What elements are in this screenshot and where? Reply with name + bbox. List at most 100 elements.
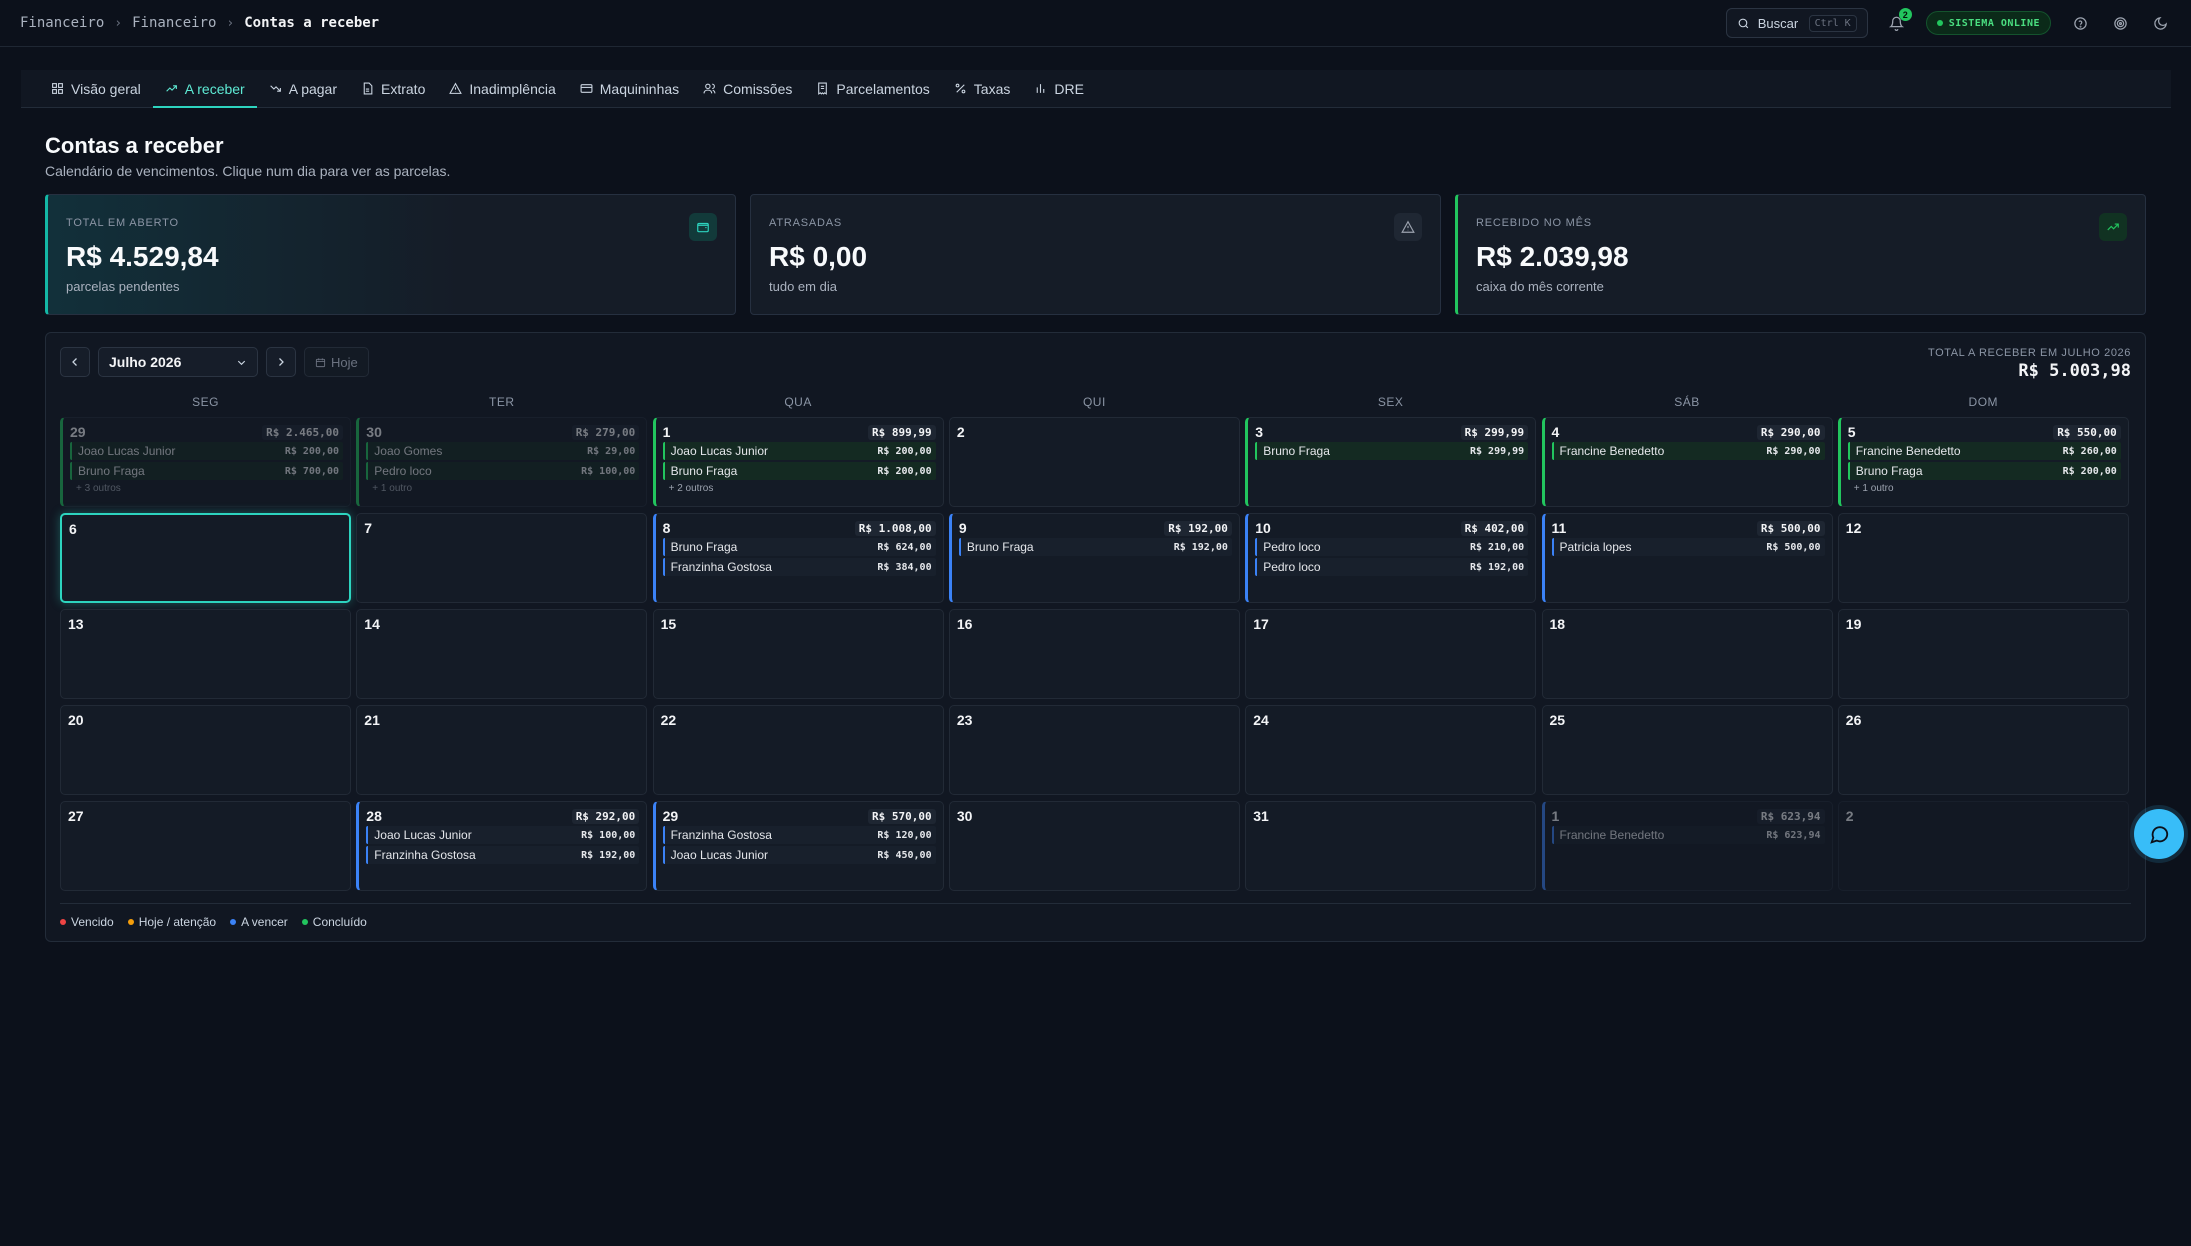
breadcrumb: Financeiro › Financeiro › Contas a receb… [20,15,379,31]
calendar-day[interactable]: 30 [948,801,1240,891]
calendar-day[interactable]: 6 [60,513,351,603]
installment-entry[interactable]: Francine Benedetto R$ 623,94 [1551,826,1825,844]
installment-entry[interactable]: Pedro loco R$ 192,00 [1255,558,1529,576]
tab-parcelamentos[interactable]: Parcelamentos [804,70,941,107]
divider [60,903,2131,904]
tab-a-pagar[interactable]: A pagar [257,70,349,107]
tab-comissoes[interactable]: Comissões [691,70,804,107]
installment-entry[interactable]: Joao Lucas Junior R$ 200,00 [662,442,936,460]
installment-entry[interactable]: Pedro loco R$ 100,00 [366,462,640,480]
more-entries-link[interactable]: + 1 outro [1848,483,2121,494]
calendar-day[interactable]: 28 R$ 292,00 Joao Lucas Junior R$ 100,00 Fra… [356,801,648,891]
next-month-button[interactable] [266,347,296,377]
installment-entry[interactable]: Bruno Fraga R$ 200,00 [1847,462,2121,480]
calendar-day[interactable]: 23 [948,705,1240,795]
calendar-day[interactable]: 5 R$ 550,00 Francine Benedetto R$ 260,00 Bru… [1837,417,2129,507]
installment-entry[interactable]: Joao Lucas Junior R$ 100,00 [366,826,640,844]
search-button[interactable]: Buscar Ctrl K [1725,8,1868,38]
installment-entry[interactable]: Bruno Fraga R$ 624,00 [662,538,936,556]
calendar-day[interactable]: 24 [1245,705,1537,795]
calendar-day[interactable]: 21 [356,705,648,795]
help-button[interactable] [2069,12,2091,34]
tab-visao-geral[interactable]: Visão geral [39,70,153,107]
page-subtitle: Calendário de vencimentos. Clique num di… [45,163,451,179]
status-dot [1936,20,1943,26]
installment-entry[interactable]: Joao Lucas Junior R$ 200,00 [70,442,343,460]
installment-entry[interactable]: Francine Benedetto R$ 260,00 [1847,442,2121,460]
month-select[interactable]: Julho 2026 [98,347,258,377]
tab-inadimplencia[interactable]: Inadimplência [437,70,567,107]
calendar-day[interactable]: 10 R$ 402,00 Pedro loco R$ 210,00 Pedro loco… [1245,513,1537,603]
calendar-day[interactable]: 27 [60,801,351,891]
day-number: 28 [366,808,382,824]
breadcrumb-item[interactable]: Financeiro [132,15,216,31]
calendar-day[interactable]: 3 R$ 299,99 Bruno Fraga R$ 299,99 [1245,417,1537,507]
calendar-day[interactable]: 7 [356,513,648,603]
tab-maquininhas[interactable]: Maquininhas [568,70,691,107]
day-header: 11 R$ 500,00 [1552,520,1825,536]
calendar-day[interactable]: 2 [948,417,1240,507]
calendar-day[interactable]: 9 R$ 192,00 Bruno Fraga R$ 192,00 [948,513,1240,603]
installment-entry[interactable]: Joao Lucas Junior R$ 450,00 [662,846,936,864]
tab-taxas[interactable]: Taxas [942,70,1023,107]
summary-card-open: TOTAL EM ABERTO R$ 4.529,84 parcelas pen… [45,194,736,315]
calendar-day[interactable]: 18 [1541,609,1833,699]
calendar-day[interactable]: 29 R$ 570,00 Franzinha Gostosa R$ 120,00 Joa… [652,801,944,891]
calendar-day[interactable]: 29 R$ 2.465,00 Joao Lucas Junior R$ 200,00 B… [60,417,351,507]
installment-entry[interactable]: Bruno Fraga R$ 192,00 [958,538,1232,556]
calendar-day[interactable]: 1 R$ 899,99 Joao Lucas Junior R$ 200,00 Brun… [652,417,944,507]
day-number: 17 [1253,616,1269,632]
today-button[interactable]: Hoje [304,347,369,377]
calendar-day[interactable]: 12 [1837,513,2129,603]
calendar-day[interactable]: 19 [1837,609,2129,699]
calendar-day[interactable]: 31 [1245,801,1537,891]
calendar-day[interactable]: 2 [1837,801,2129,891]
installment-entry[interactable]: Bruno Fraga R$ 299,99 [1255,442,1529,460]
installment-entry[interactable]: Franzinha Gostosa R$ 192,00 [366,846,640,864]
installment-entry[interactable]: Francine Benedetto R$ 290,00 [1551,442,1825,460]
calendar-day[interactable]: 17 [1245,609,1537,699]
legend-dot [127,919,134,925]
day-total: R$ 290,00 [1756,424,1825,440]
installment-entry[interactable]: Pedro loco R$ 210,00 [1255,538,1529,556]
calendar-day[interactable]: 30 R$ 279,00 Joao Gomes R$ 29,00 Pedro loco R… [356,417,648,507]
calendar-day[interactable]: 13 [60,609,351,699]
notifications-button[interactable]: 2 [1886,8,1912,34]
theme-toggle[interactable] [2149,12,2171,34]
calendar-day[interactable]: 14 [356,609,648,699]
installment-entry[interactable]: Bruno Fraga R$ 200,00 [662,462,936,480]
calendar-day[interactable]: 8 R$ 1.008,00 Bruno Fraga R$ 624,00 Franzinh… [652,513,944,603]
tab-dre[interactable]: DRE [1022,70,1096,107]
calendar-day[interactable]: 15 [652,609,944,699]
calendar-icon [315,357,326,367]
day-number: 30 [366,424,382,440]
calendar-day[interactable]: 26 [1837,705,2129,795]
installment-entry[interactable]: Bruno Fraga R$ 700,00 [70,462,343,480]
more-entries-link[interactable]: + 1 outro [366,483,639,494]
target-button[interactable] [2109,12,2131,34]
client-name: Franzinha Gostosa [670,828,772,842]
calendar-day[interactable]: 4 R$ 290,00 Francine Benedetto R$ 290,00 [1541,417,1833,507]
installment-entry[interactable]: Joao Gomes R$ 29,00 [366,442,640,460]
installment-amount: R$ 120,00 [877,829,932,841]
prev-month-button[interactable] [60,347,90,377]
calendar-day[interactable]: 25 [1541,705,1833,795]
installment-entry[interactable]: Franzinha Gostosa R$ 384,00 [662,558,936,576]
installment-entry[interactable]: Franzinha Gostosa R$ 120,00 [662,826,936,844]
more-entries-link[interactable]: + 3 outros [70,483,343,494]
tab-a-receber[interactable]: A receber [152,70,257,108]
more-entries-link[interactable]: + 2 outros [663,483,936,494]
chat-button[interactable] [2134,809,2184,859]
calendar-day[interactable]: 16 [948,609,1240,699]
calendar-day[interactable]: 11 R$ 500,00 Patricia lopes R$ 500,00 [1541,513,1833,603]
tab-extrato[interactable]: Extrato [349,70,437,107]
card-label: ATRASADAS [769,217,843,229]
calendar-day[interactable]: 1 R$ 623,94 Francine Benedetto R$ 623,94 [1541,801,1833,891]
calendar-day[interactable]: 22 [652,705,944,795]
client-name: Francine Benedetto [1855,444,1961,458]
calendar-day[interactable]: 20 [60,705,351,795]
search-label: Buscar [1757,15,1799,31]
breadcrumb-item[interactable]: Financeiro [20,15,104,31]
tab-label: A receber [184,80,245,97]
installment-entry[interactable]: Patricia lopes R$ 500,00 [1551,538,1825,556]
